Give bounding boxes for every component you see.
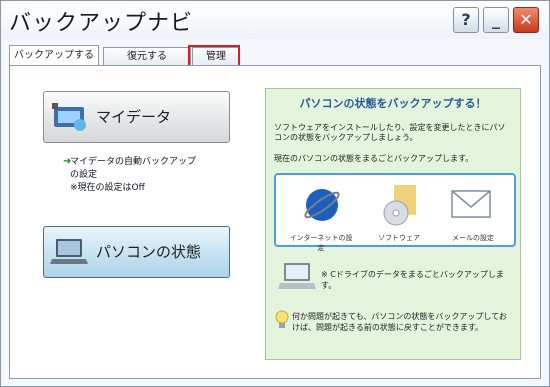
internet-globe-icon <box>304 189 340 221</box>
info-description: ソフトウェアをインストールしたり、設定を変更したときにパソコンの状態をバックアッ… <box>274 123 506 142</box>
film-photo-icon <box>52 103 86 131</box>
laptop-icon <box>50 239 88 264</box>
content-panel: マイデータ ➜ マイデータの自動バックアップ の設定 ※現在の設定はOff パソ… <box>9 65 541 379</box>
software-disc-icon <box>383 185 416 226</box>
auto-backup-status: ※現在の設定はOff <box>70 183 145 193</box>
mydata-button[interactable]: マイデータ <box>43 91 230 143</box>
info-box: パソコンの状態をバックアップする！ ソフトウェアをインストールしたり、設定を変更… <box>265 88 521 360</box>
mail-envelope-icon <box>451 190 491 218</box>
internet-settings-label: インターネットの設定 <box>289 234 353 252</box>
software-label: ソフトウェア <box>378 234 420 242</box>
tab-restore[interactable]: 復元する <box>103 47 191 66</box>
app-window: バックアップナビ ? _ ✕ バックアップする 復元する 管理 マイデータ ➜ … <box>0 0 550 387</box>
backup-items-box: インターネットの設定 ソフトウェア メールの設定 <box>274 173 516 252</box>
info-description-2: 現在のパソコンの状態をまるごとバックアップします。 <box>274 154 474 163</box>
pc-state-button-label: パソコンの状態 <box>96 243 202 261</box>
laptop-icon <box>278 263 316 289</box>
c-drive-note: ※ Cドライブのデータをまるごとバックアップします。 <box>321 270 504 290</box>
minimize-button[interactable]: _ <box>483 7 509 33</box>
tab-backup[interactable]: バックアップする <box>9 45 99 66</box>
lightbulb-icon <box>275 310 289 328</box>
auto-backup-link[interactable]: マイデータの自動バックアップ の設定 ※現在の設定はOff <box>70 156 196 195</box>
auto-backup-link-line2: の設定 <box>70 170 98 180</box>
title-bar: バックアップナビ ? _ ✕ <box>1 1 549 39</box>
mydata-button-label: マイデータ <box>96 108 172 126</box>
info-heading: パソコンの状態をバックアップする！ <box>299 97 487 110</box>
help-button[interactable]: ? <box>453 7 479 33</box>
auto-backup-link-line1: マイデータの自動バックアップ <box>70 157 197 167</box>
mail-settings-label: メールの設定 <box>452 234 494 242</box>
close-button[interactable]: ✕ <box>513 7 539 33</box>
pc-state-button[interactable]: パソコンの状態 <box>43 226 230 278</box>
window-title: バックアップナビ <box>9 11 194 36</box>
tip-text: 何か問題が起きても、パソコンの状態をバックアップしておけば、問題が起きる前の状態… <box>292 312 507 332</box>
